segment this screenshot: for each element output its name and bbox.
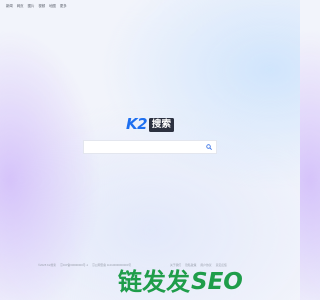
nav-item-more[interactable]: 更多	[60, 4, 67, 9]
watermark-logo: 链发发 SEO	[118, 268, 243, 296]
footer-police-record[interactable]: 京公网安备 11010000000000号	[92, 263, 131, 267]
logo-badge: 搜索	[149, 117, 175, 132]
search-bar	[83, 140, 217, 154]
nav-item-images[interactable]: 图片	[28, 4, 35, 9]
top-nav: 新闻 网页 图片 视频 地图 更多	[6, 4, 67, 9]
footer-link-terms[interactable]: 用户协议	[200, 263, 211, 267]
footer-icp[interactable]: 京ICP备00000000号-1	[60, 263, 88, 267]
nav-item-map[interactable]: 地图	[49, 4, 56, 9]
watermark-latin: SEO	[191, 269, 243, 295]
site-logo[interactable]: K2 搜索	[126, 115, 175, 133]
footer-link-privacy[interactable]: 隐私政策	[185, 263, 196, 267]
footer-left: ©2025 K2搜索 京ICP备00000000号-1 京公网安备 110100…	[38, 263, 131, 267]
watermark-chinese: 链发发	[118, 268, 190, 296]
footer-right: 关于我们 隐私政策 用户协议 意见反馈	[170, 263, 227, 267]
search-input[interactable]	[84, 141, 202, 153]
search-button[interactable]	[202, 141, 216, 153]
nav-item-news[interactable]: 新闻	[6, 4, 13, 9]
nav-item-video[interactable]: 视频	[38, 4, 45, 9]
logo-chinese: 搜索	[151, 118, 172, 130]
logo-latin: K2	[126, 115, 148, 133]
footer-link-feedback[interactable]: 意见反馈	[216, 263, 227, 267]
footer-copyright: ©2025 K2搜索	[38, 263, 57, 267]
footer-link-about[interactable]: 关于我们	[170, 263, 181, 267]
search-icon	[206, 144, 212, 150]
nav-item-web[interactable]: 网页	[17, 4, 24, 9]
